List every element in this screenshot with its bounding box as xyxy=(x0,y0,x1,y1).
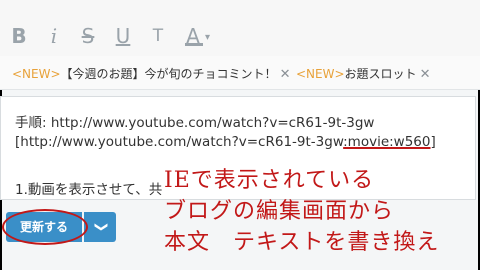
close-icon[interactable]: ✕ xyxy=(280,67,291,82)
new-badge: <NEW> xyxy=(12,67,61,81)
editor-line: 1.動画を表示させて、共 xyxy=(15,182,163,198)
topic-tag-label: 【今週のお題】今が旬のチョコミント！ xyxy=(60,67,277,81)
editor-line: 手順: http://www.youtube.com/watch?v=cR61-… xyxy=(15,115,375,131)
font-color-swatch xyxy=(185,43,203,46)
topic-tag-slot[interactable]: <NEW>お題スロット ✕ xyxy=(296,65,430,82)
chevron-down-icon[interactable]: ▾ xyxy=(205,32,210,43)
editor-line: [http://www.youtube.com/watch?v=cR61-9t-… xyxy=(15,134,436,150)
underline-button[interactable]: U xyxy=(114,24,132,48)
blog-editor-screen: B i S U T A ▾ <NEW>【今週のお題】今が旬のチョコミント！ ✕ <… xyxy=(0,0,480,270)
annotation-line: 本文 テキストを書き換え xyxy=(164,230,440,255)
bold-button[interactable]: B xyxy=(10,24,28,48)
annotation-line: ブログの編集画面から xyxy=(164,199,395,224)
annotation-line: IEで表示されている xyxy=(164,168,375,193)
topic-tag-bar: <NEW>【今週のお題】今が旬のチョコミント！ ✕ <NEW>お題スロット ✕ xyxy=(0,56,480,90)
font-size-button[interactable]: T xyxy=(146,24,170,48)
movie-width-highlight: :movie:w560 xyxy=(343,134,431,150)
highlight-circle xyxy=(2,209,88,245)
format-toolbar: B i S U T A ▾ xyxy=(0,0,480,56)
topic-tag-label: お題スロット xyxy=(344,67,417,81)
topic-tag-weekly[interactable]: <NEW>【今週のお題】今が旬のチョコミント！ ✕ xyxy=(12,65,290,82)
editor-line-suffix: ] xyxy=(430,134,436,150)
update-options-button[interactable]: ❯ xyxy=(84,212,116,242)
italic-button[interactable]: i xyxy=(47,24,61,48)
editor-line-prefix: [http://www.youtube.com/watch?v=cR61-9t-… xyxy=(15,134,344,150)
close-icon[interactable]: ✕ xyxy=(420,67,431,82)
new-badge: <NEW> xyxy=(296,67,345,81)
strikethrough-button[interactable]: S xyxy=(79,24,97,48)
chevron-down-icon: ❯ xyxy=(93,221,108,233)
